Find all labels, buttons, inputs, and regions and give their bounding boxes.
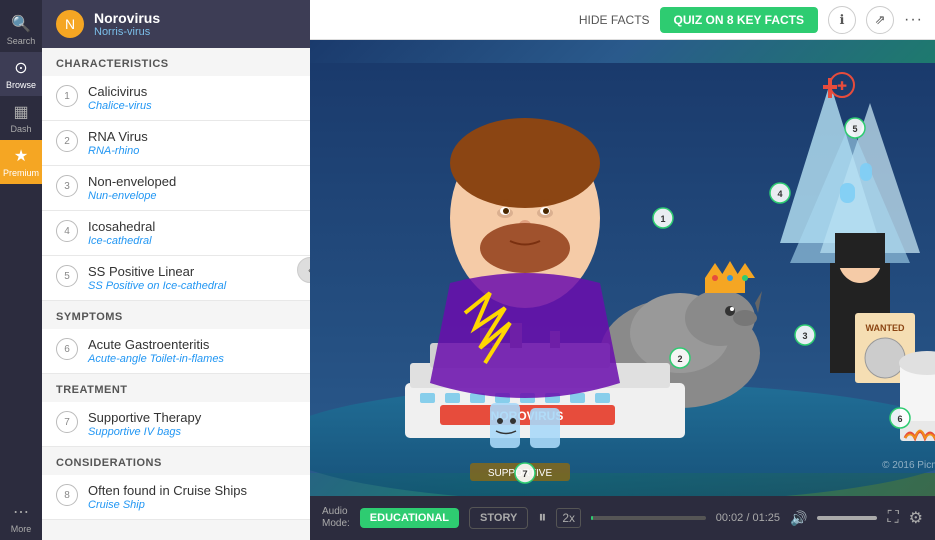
player-bar: Audio Mode: EDUCATIONAL STORY ⏸ 2x 00:02…: [310, 496, 935, 540]
section-characteristics: CHARACTERISTICS: [42, 48, 310, 76]
sidebar-header: N Norovirus Norris-virus: [42, 0, 310, 48]
dash-icon: ▦: [13, 102, 28, 122]
main-content: HIDE FACTS QUIZ ON 8 KEY FACTS ℹ ⇗ ···: [310, 0, 935, 540]
list-item[interactable]: 1 Calicivirus Chalice-virus: [42, 76, 310, 121]
virus-title: Norovirus: [94, 10, 160, 26]
list-item[interactable]: 4 Icosahedral Ice-cathedral: [42, 211, 310, 256]
nav-more[interactable]: ⋯ More: [0, 496, 42, 540]
info-button[interactable]: ℹ: [828, 6, 856, 34]
section-symptoms: SYMPTOMS: [42, 301, 310, 329]
svg-text:7: 7: [522, 469, 527, 479]
share-icon: ⇗: [875, 12, 886, 28]
image-area: ✚: [310, 40, 935, 496]
educational-mode-button[interactable]: EDUCATIONAL: [360, 508, 459, 528]
time-display: 00:02 / 01:25: [716, 512, 780, 524]
svg-text:© 2016 Picmonic: © 2016 Picmonic: [882, 460, 935, 471]
progress-bar-fill: [591, 516, 593, 520]
story-mode-button[interactable]: STORY: [469, 507, 528, 529]
nav-dash[interactable]: ▦ Dash: [0, 96, 42, 140]
nav-browse[interactable]: ⊙ Browse: [0, 52, 42, 96]
section-treatment: TREATMENT: [42, 374, 310, 402]
volume-slider[interactable]: [817, 516, 877, 520]
search-icon: 🔍: [11, 14, 31, 34]
info-icon: ℹ: [840, 12, 845, 28]
scene-background: ✚: [310, 40, 935, 496]
more-icon: ⋯: [13, 502, 29, 522]
list-item[interactable]: 5 SS Positive Linear SS Positive on Ice-…: [42, 256, 310, 301]
svg-text:2: 2: [677, 354, 682, 364]
top-bar: HIDE FACTS QUIZ ON 8 KEY FACTS ℹ ⇗ ···: [310, 0, 935, 40]
volume-button[interactable]: 🔊: [790, 510, 807, 527]
list-item[interactable]: 7 Supportive Therapy Supportive IV bags: [42, 402, 310, 447]
settings-button[interactable]: ⚙: [909, 508, 923, 528]
more-options-button[interactable]: ···: [904, 11, 923, 29]
svg-text:3: 3: [802, 331, 807, 341]
play-pause-button[interactable]: ⏸: [538, 509, 546, 527]
list-item[interactable]: 2 RNA Virus RNA-rhino: [42, 121, 310, 166]
scene-svg: ✚: [310, 40, 935, 496]
share-button[interactable]: ⇗: [866, 6, 894, 34]
audio-mode-label: Audio Mode:: [322, 506, 350, 530]
svg-text:WANTED: WANTED: [866, 323, 905, 333]
speed-button[interactable]: 2x: [556, 508, 581, 528]
star-icon: ★: [14, 146, 28, 166]
progress-bar[interactable]: [591, 516, 706, 520]
list-item[interactable]: 8 Often found in Cruise Ships Cruise Shi…: [42, 475, 310, 520]
section-considerations: CONSIDERATIONS: [42, 447, 310, 475]
fullscreen-button[interactable]: ⛶: [887, 509, 898, 527]
svg-text:1: 1: [660, 214, 665, 224]
quiz-button[interactable]: QUIZ ON 8 KEY FACTS: [660, 7, 818, 33]
svg-text:4: 4: [777, 189, 782, 199]
nav-search[interactable]: 🔍 Search: [0, 8, 42, 52]
browse-icon: ⊙: [14, 58, 27, 78]
navigation-bar: 🔍 Search ⊙ Browse ▦ Dash ★ Premium ⋯ Mor…: [0, 0, 42, 540]
avatar: N: [56, 10, 84, 38]
list-item[interactable]: 3 Non-enveloped Nun-envelope: [42, 166, 310, 211]
hide-facts-button[interactable]: HIDE FACTS: [579, 13, 650, 27]
list-item[interactable]: 6 Acute Gastroenteritis Acute-angle Toil…: [42, 329, 310, 374]
svg-text:✚: ✚: [837, 79, 847, 93]
virus-subtitle: Norris-virus: [94, 26, 160, 38]
sidebar: N Norovirus Norris-virus CHARACTERISTICS…: [42, 0, 310, 540]
svg-text:6: 6: [897, 414, 902, 424]
svg-text:5: 5: [852, 124, 857, 134]
nav-premium[interactable]: ★ Premium: [0, 140, 42, 184]
